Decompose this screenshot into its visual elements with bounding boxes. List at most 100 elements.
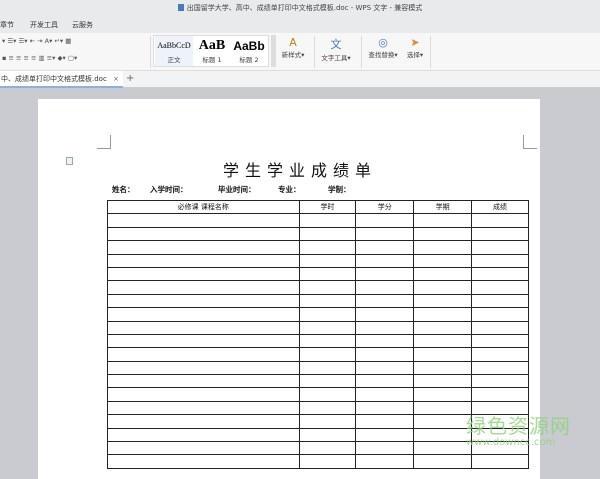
- table-cell[interactable]: [107, 427, 300, 443]
- table-cell[interactable]: [355, 387, 415, 402]
- document-tab[interactable]: 中、成绩单打印中文格式模板.doc: [0, 71, 123, 88]
- table-cell[interactable]: [107, 226, 300, 242]
- table-cell[interactable]: [355, 266, 415, 282]
- table-cell[interactable]: [107, 454, 300, 469]
- table-cell[interactable]: [413, 347, 473, 362]
- style-heading-1[interactable]: AaB 标题 1: [194, 36, 230, 66]
- table-cell[interactable]: [413, 293, 473, 309]
- close-tab-icon[interactable]: ×: [113, 71, 119, 87]
- format-buttons-row1[interactable]: ▾ ☰▾ ☰▾ ⇤ ⇥ A▾ ↵▾ ▦: [2, 37, 71, 45]
- table-cell[interactable]: [471, 360, 529, 376]
- table-cell[interactable]: [355, 360, 415, 376]
- table-cell[interactable]: [298, 213, 357, 228]
- table-cell[interactable]: [298, 360, 357, 376]
- table-cell[interactable]: [298, 333, 357, 349]
- table-cell[interactable]: [413, 333, 473, 349]
- table-cell[interactable]: [413, 280, 473, 295]
- style-normal[interactable]: AaBbCcD 正文: [155, 36, 193, 66]
- format-buttons-row2[interactable]: ▪ ≡ ≡ ≡ ≡ ▥ ≡▾ ◆▾ ▢▾: [2, 54, 77, 62]
- table-cell[interactable]: [355, 240, 415, 255]
- table-cell[interactable]: [355, 441, 415, 456]
- table-cell[interactable]: [355, 374, 415, 389]
- table-cell[interactable]: [355, 347, 415, 362]
- table-cell[interactable]: [298, 307, 357, 322]
- table-cell[interactable]: [298, 414, 357, 429]
- table-cell[interactable]: [107, 414, 300, 429]
- table-cell[interactable]: [107, 266, 300, 282]
- table-cell[interactable]: [298, 374, 357, 389]
- table-cell[interactable]: [298, 387, 357, 402]
- table-cell[interactable]: [413, 454, 473, 469]
- table-cell[interactable]: [471, 347, 529, 362]
- table-cell[interactable]: [355, 320, 415, 335]
- table-cell[interactable]: [107, 240, 300, 255]
- table-cell[interactable]: [471, 320, 529, 335]
- table-cell[interactable]: [298, 266, 357, 282]
- table-cell[interactable]: [107, 307, 300, 322]
- table-cell[interactable]: [298, 441, 357, 456]
- table-cell[interactable]: [471, 374, 529, 389]
- table-cell[interactable]: [413, 240, 473, 255]
- table-cell[interactable]: [355, 454, 415, 469]
- menu-developer-tools[interactable]: 开发工具: [30, 17, 58, 33]
- table-cell[interactable]: [413, 414, 473, 429]
- table-cell[interactable]: [413, 253, 473, 268]
- new-style-button[interactable]: A 新样式▾: [280, 36, 306, 59]
- table-cell[interactable]: [413, 307, 473, 322]
- table-cell[interactable]: [355, 226, 415, 242]
- table-cell[interactable]: [107, 374, 300, 389]
- table-cell[interactable]: [107, 400, 300, 416]
- table-cell[interactable]: [355, 293, 415, 309]
- table-cell[interactable]: [413, 320, 473, 335]
- table-cell[interactable]: [107, 320, 300, 335]
- table-cell[interactable]: [355, 427, 415, 443]
- table-cell[interactable]: [298, 454, 357, 469]
- table-cell[interactable]: [107, 441, 300, 456]
- table-cell[interactable]: [355, 414, 415, 429]
- table-cell[interactable]: [471, 266, 529, 282]
- table-cell[interactable]: [413, 213, 473, 228]
- table-cell[interactable]: [298, 347, 357, 362]
- table-cell[interactable]: [107, 213, 300, 228]
- table-cell[interactable]: [471, 454, 529, 469]
- table-cell[interactable]: [298, 280, 357, 295]
- table-cell[interactable]: [471, 280, 529, 295]
- text-tools-button[interactable]: 文文字工具▾: [318, 36, 354, 62]
- table-cell[interactable]: [107, 280, 300, 295]
- select-button[interactable]: ➤ 选择▾: [403, 36, 427, 59]
- table-cell[interactable]: [107, 333, 300, 349]
- table-cell[interactable]: [471, 240, 529, 255]
- table-cell[interactable]: [107, 253, 300, 268]
- table-cell[interactable]: [413, 266, 473, 282]
- table-cell[interactable]: [355, 333, 415, 349]
- table-cell[interactable]: [355, 213, 415, 228]
- table-cell[interactable]: [471, 333, 529, 349]
- find-replace-button[interactable]: ◎ 查找替换▾: [364, 36, 402, 59]
- table-cell[interactable]: [471, 226, 529, 242]
- table-cell[interactable]: [413, 374, 473, 389]
- table-cell[interactable]: [107, 293, 300, 309]
- new-tab-icon[interactable]: +: [126, 71, 134, 87]
- table-cell[interactable]: [413, 387, 473, 402]
- table-cell[interactable]: [298, 400, 357, 416]
- table-cell[interactable]: [413, 400, 473, 416]
- table-cell[interactable]: [107, 360, 300, 376]
- table-cell[interactable]: [413, 441, 473, 456]
- table-cell[interactable]: [471, 293, 529, 309]
- table-cell[interactable]: [298, 226, 357, 242]
- table-cell[interactable]: [355, 280, 415, 295]
- style-gallery-scroll[interactable]: [271, 35, 276, 67]
- table-cell[interactable]: [298, 320, 357, 335]
- table-cell[interactable]: [413, 360, 473, 376]
- table-cell[interactable]: [413, 427, 473, 443]
- table-cell[interactable]: [471, 213, 529, 228]
- table-cell[interactable]: [413, 226, 473, 242]
- table-cell[interactable]: [355, 307, 415, 322]
- style-heading-2[interactable]: AaBb 标题 2: [231, 36, 267, 66]
- table-cell[interactable]: [107, 347, 300, 362]
- table-cell[interactable]: [298, 253, 357, 268]
- table-cell[interactable]: [298, 240, 357, 255]
- table-cell[interactable]: [107, 387, 300, 402]
- menu-cloud-service[interactable]: 云服务: [72, 17, 93, 33]
- table-cell[interactable]: [471, 387, 529, 402]
